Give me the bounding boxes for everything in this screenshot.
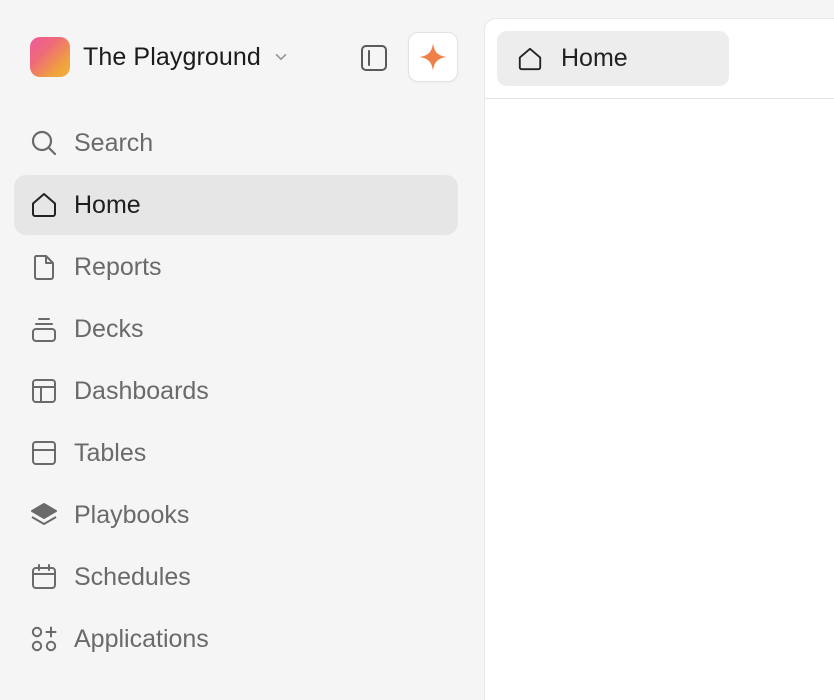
sparkle-icon [419, 43, 447, 71]
app-window: The Playground Search Home Reports Decks… [0, 0, 834, 700]
tab-home[interactable]: Home [497, 31, 729, 86]
sidebar-item-home[interactable]: Home [14, 175, 458, 235]
sidebar-item-label: Applications [74, 624, 209, 653]
sidebar-item-label: Tables [74, 438, 147, 467]
sidebar-item-label: Schedules [74, 562, 191, 591]
sidebar-item-label: Home [74, 190, 141, 219]
sidebar: The Playground Search Home Reports Decks… [0, 0, 484, 700]
workspace-switcher[interactable]: The Playground [30, 37, 291, 77]
layers-icon [29, 500, 59, 530]
sidebar-item-tables[interactable]: Tables [14, 423, 458, 483]
table-icon [29, 438, 59, 468]
sidebar-item-label: Reports [74, 252, 162, 281]
search-icon [29, 128, 59, 158]
sidebar-item-schedules[interactable]: Schedules [14, 547, 458, 607]
sidebar-item-label: Playbooks [74, 500, 190, 529]
dashboard-layout-icon [29, 376, 59, 406]
home-icon [515, 44, 545, 74]
apps-grid-icon [29, 624, 59, 654]
calendar-icon [29, 562, 59, 592]
collapse-sidebar-button[interactable] [355, 39, 393, 77]
tab-label: Home [561, 44, 628, 72]
sidebar-toggle-icon [361, 45, 387, 71]
tab-bar: Home [485, 19, 834, 99]
home-icon [29, 190, 59, 220]
sidebar-item-label: Decks [74, 314, 144, 343]
sidebar-nav: Search Home Reports Decks Dashboards Tab… [14, 113, 458, 671]
sidebar-item-search[interactable]: Search [14, 113, 458, 173]
workspace-name: The Playground [83, 42, 261, 71]
sidebar-item-playbooks[interactable]: Playbooks [14, 485, 458, 545]
workspace-logo [30, 37, 70, 77]
sidebar-item-label: Dashboards [74, 376, 209, 405]
ai-assistant-button[interactable] [408, 32, 458, 82]
sidebar-item-reports[interactable]: Reports [14, 237, 458, 297]
stack-icon [29, 314, 59, 344]
sidebar-item-applications[interactable]: Applications [14, 609, 458, 669]
sidebar-item-dashboards[interactable]: Dashboards [14, 361, 458, 421]
sidebar-item-label: Search [74, 128, 154, 157]
main-content: Home [484, 18, 834, 700]
document-icon [29, 252, 59, 282]
chevron-down-icon [271, 47, 291, 67]
sidebar-item-decks[interactable]: Decks [14, 299, 458, 359]
